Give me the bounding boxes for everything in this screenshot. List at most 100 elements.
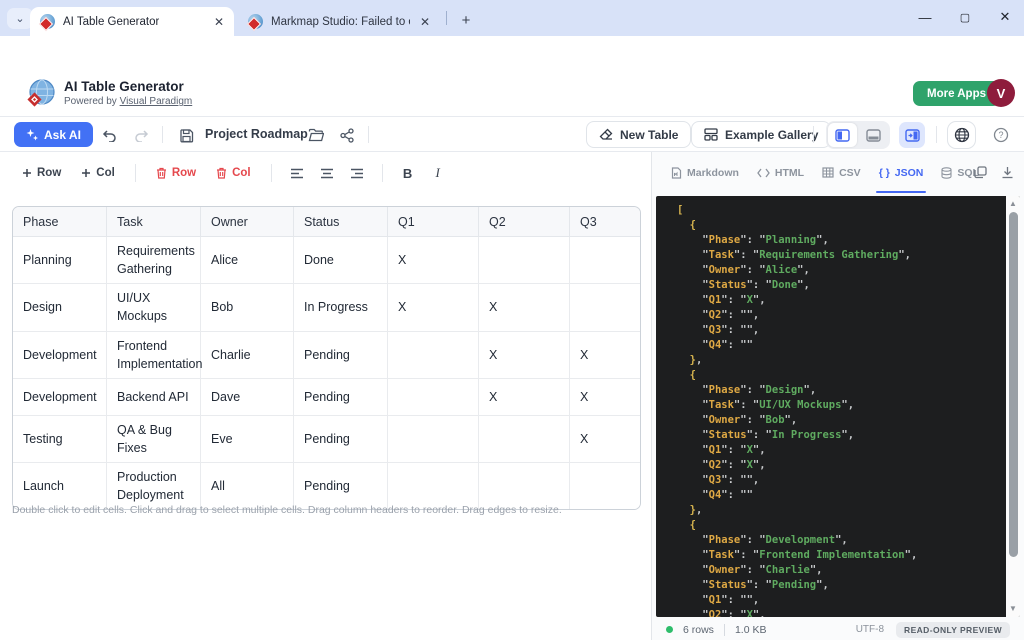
ask-ai-button[interactable]: Ask AI <box>14 122 93 147</box>
table-cell[interactable] <box>479 237 570 284</box>
table-cell[interactable]: Pending <box>294 463 388 509</box>
delete-row-button[interactable]: Row <box>148 162 204 184</box>
table-cell[interactable]: Dave <box>201 379 294 416</box>
scroll-down-icon[interactable]: ▼ <box>1009 605 1017 613</box>
table-cell[interactable] <box>388 379 479 416</box>
column-header-owner[interactable]: Owner <box>201 207 294 237</box>
toolbar-divider <box>936 126 937 143</box>
table-cell[interactable]: Bob <box>201 284 294 331</box>
table-cell[interactable]: X <box>388 284 479 331</box>
toolbar-divider <box>135 164 136 182</box>
app-profile-avatar[interactable]: V <box>987 79 1015 107</box>
table-cell[interactable] <box>570 463 640 509</box>
table-cell[interactable]: Eve <box>201 416 294 463</box>
table-cell[interactable]: Development <box>13 379 107 416</box>
table-cell[interactable] <box>479 463 570 509</box>
table-row: TestingQA & Bug FixesEvePending X <box>13 416 640 463</box>
add-row-button[interactable]: Row <box>14 162 69 184</box>
window-close-button[interactable]: ✕ <box>988 0 1022 34</box>
copy-icon[interactable] <box>974 166 987 179</box>
table-cell[interactable]: X <box>570 332 640 379</box>
table-cell[interactable] <box>570 284 640 331</box>
visual-paradigm-link[interactable]: Visual Paradigm <box>120 96 193 107</box>
tab-markdown[interactable]: Markdown <box>664 152 746 193</box>
table-cell[interactable]: In Progress <box>294 284 388 331</box>
split-horizontal-button[interactable] <box>859 123 888 147</box>
help-button[interactable]: ? <box>990 125 1012 145</box>
tab-label: Markdown <box>687 167 739 179</box>
table-cell[interactable]: Launch <box>13 463 107 509</box>
table-cell[interactable]: Backend API <box>107 379 201 416</box>
json-code-preview[interactable]: [ { "Phase": "Planning", "Task": "Requir… <box>656 196 1020 617</box>
align-center-button[interactable] <box>314 161 340 185</box>
preview-panel: Markdown HTML CSV { } JSON SQL <box>652 152 1024 640</box>
table-cell[interactable]: Planning <box>13 237 107 284</box>
table-cell[interactable]: Alice <box>201 237 294 284</box>
table-cell[interactable]: All <box>201 463 294 509</box>
table-cell[interactable]: QA & Bug Fixes <box>107 416 201 463</box>
italic-button[interactable]: I <box>425 161 451 185</box>
table-cell[interactable]: Frontend Implementation <box>107 332 201 379</box>
undo-button[interactable] <box>98 125 120 145</box>
download-icon[interactable] <box>1001 166 1014 179</box>
table-cell[interactable]: X <box>479 284 570 331</box>
new-table-button[interactable]: New Table <box>586 121 691 148</box>
table-cell[interactable]: UI/UX Mockups <box>107 284 201 331</box>
scroll-up-icon[interactable]: ▲ <box>1009 200 1017 208</box>
save-button[interactable] <box>175 125 197 145</box>
column-header-status[interactable]: Status <box>294 207 388 237</box>
tab-close-icon[interactable]: ✕ <box>420 16 430 28</box>
table-cell[interactable]: Done <box>294 237 388 284</box>
table-cell[interactable]: X <box>570 416 640 463</box>
column-header-q1[interactable]: Q1 <box>388 207 479 237</box>
scrollbar-thumb[interactable] <box>1009 212 1018 557</box>
eraser-icon <box>599 128 613 141</box>
table-cell[interactable]: Pending <box>294 379 388 416</box>
table-cell[interactable]: Development <box>13 332 107 379</box>
table-cell[interactable]: Pending <box>294 416 388 463</box>
delete-col-button[interactable]: Col <box>208 162 259 184</box>
tab-close-icon[interactable]: ✕ <box>214 16 224 28</box>
table-cell[interactable] <box>570 237 640 284</box>
table-cell[interactable] <box>388 463 479 509</box>
align-right-button[interactable] <box>344 161 370 185</box>
window-maximize-button[interactable]: ▢ <box>948 0 982 34</box>
split-vertical-button[interactable] <box>828 123 857 147</box>
table-cell[interactable] <box>479 416 570 463</box>
toggle-right-panel-button[interactable] <box>899 122 925 148</box>
tab-json[interactable]: { } JSON <box>872 152 931 193</box>
table-cell[interactable]: Design <box>13 284 107 331</box>
add-col-button[interactable]: Col <box>73 162 123 184</box>
data-table[interactable]: PhaseTaskOwnerStatusQ1Q2Q3 PlanningRequi… <box>12 206 641 510</box>
table-cell[interactable] <box>388 416 479 463</box>
redo-button[interactable] <box>130 125 152 145</box>
tab-csv[interactable]: CSV <box>815 152 868 193</box>
table-cell[interactable]: Charlie <box>201 332 294 379</box>
table-cell[interactable]: X <box>570 379 640 416</box>
document-title[interactable]: Project Roadmap <box>205 127 308 141</box>
browser-tab-inactive[interactable]: Markmap Studio: Failed to oper ✕ <box>238 7 440 36</box>
table-cell[interactable]: X <box>388 237 479 284</box>
tab-html[interactable]: HTML <box>750 152 811 193</box>
table-cell[interactable]: Testing <box>13 416 107 463</box>
new-tab-button[interactable]: + <box>455 9 477 31</box>
column-header-q3[interactable]: Q3 <box>570 207 640 237</box>
share-button[interactable] <box>336 125 358 145</box>
table-cell[interactable]: Pending <box>294 332 388 379</box>
table-cell[interactable]: Requirements Gathering <box>107 237 201 284</box>
bold-button[interactable]: B <box>395 161 421 185</box>
open-file-button[interactable] <box>305 125 327 145</box>
column-header-q2[interactable]: Q2 <box>479 207 570 237</box>
example-gallery-button[interactable]: Example Gallery <box>691 121 831 148</box>
column-header-phase[interactable]: Phase <box>13 207 107 237</box>
window-minimize-button[interactable]: — <box>908 0 942 34</box>
browser-tab-active[interactable]: AI Table Generator ✕ <box>30 7 234 36</box>
table-cell[interactable]: X <box>479 332 570 379</box>
align-left-button[interactable] <box>284 161 310 185</box>
table-cell[interactable] <box>388 332 479 379</box>
language-globe-button[interactable] <box>947 121 976 149</box>
table-cell[interactable]: Production Deployment <box>107 463 201 509</box>
column-header-task[interactable]: Task <box>107 207 201 237</box>
table-cell[interactable]: X <box>479 379 570 416</box>
code-scrollbar[interactable]: ▲ ▼ <box>1006 196 1020 617</box>
